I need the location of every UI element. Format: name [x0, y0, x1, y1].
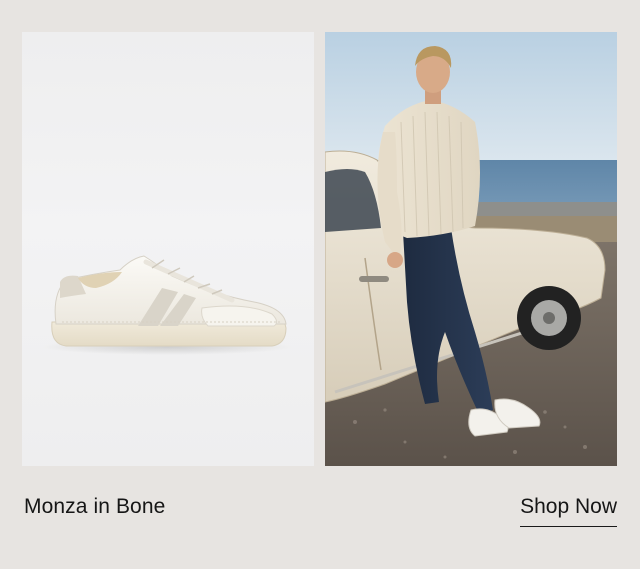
email-product-card: Monza in Bone Shop Now: [0, 0, 640, 569]
sneaker-product-image[interactable]: [22, 32, 314, 466]
product-name: Monza in Bone: [24, 495, 166, 518]
sneaker-illustration: [42, 255, 292, 355]
lifestyle-illustration: [325, 32, 617, 466]
shop-now-link[interactable]: Shop Now: [520, 495, 617, 527]
lifestyle-photo[interactable]: [325, 32, 617, 466]
